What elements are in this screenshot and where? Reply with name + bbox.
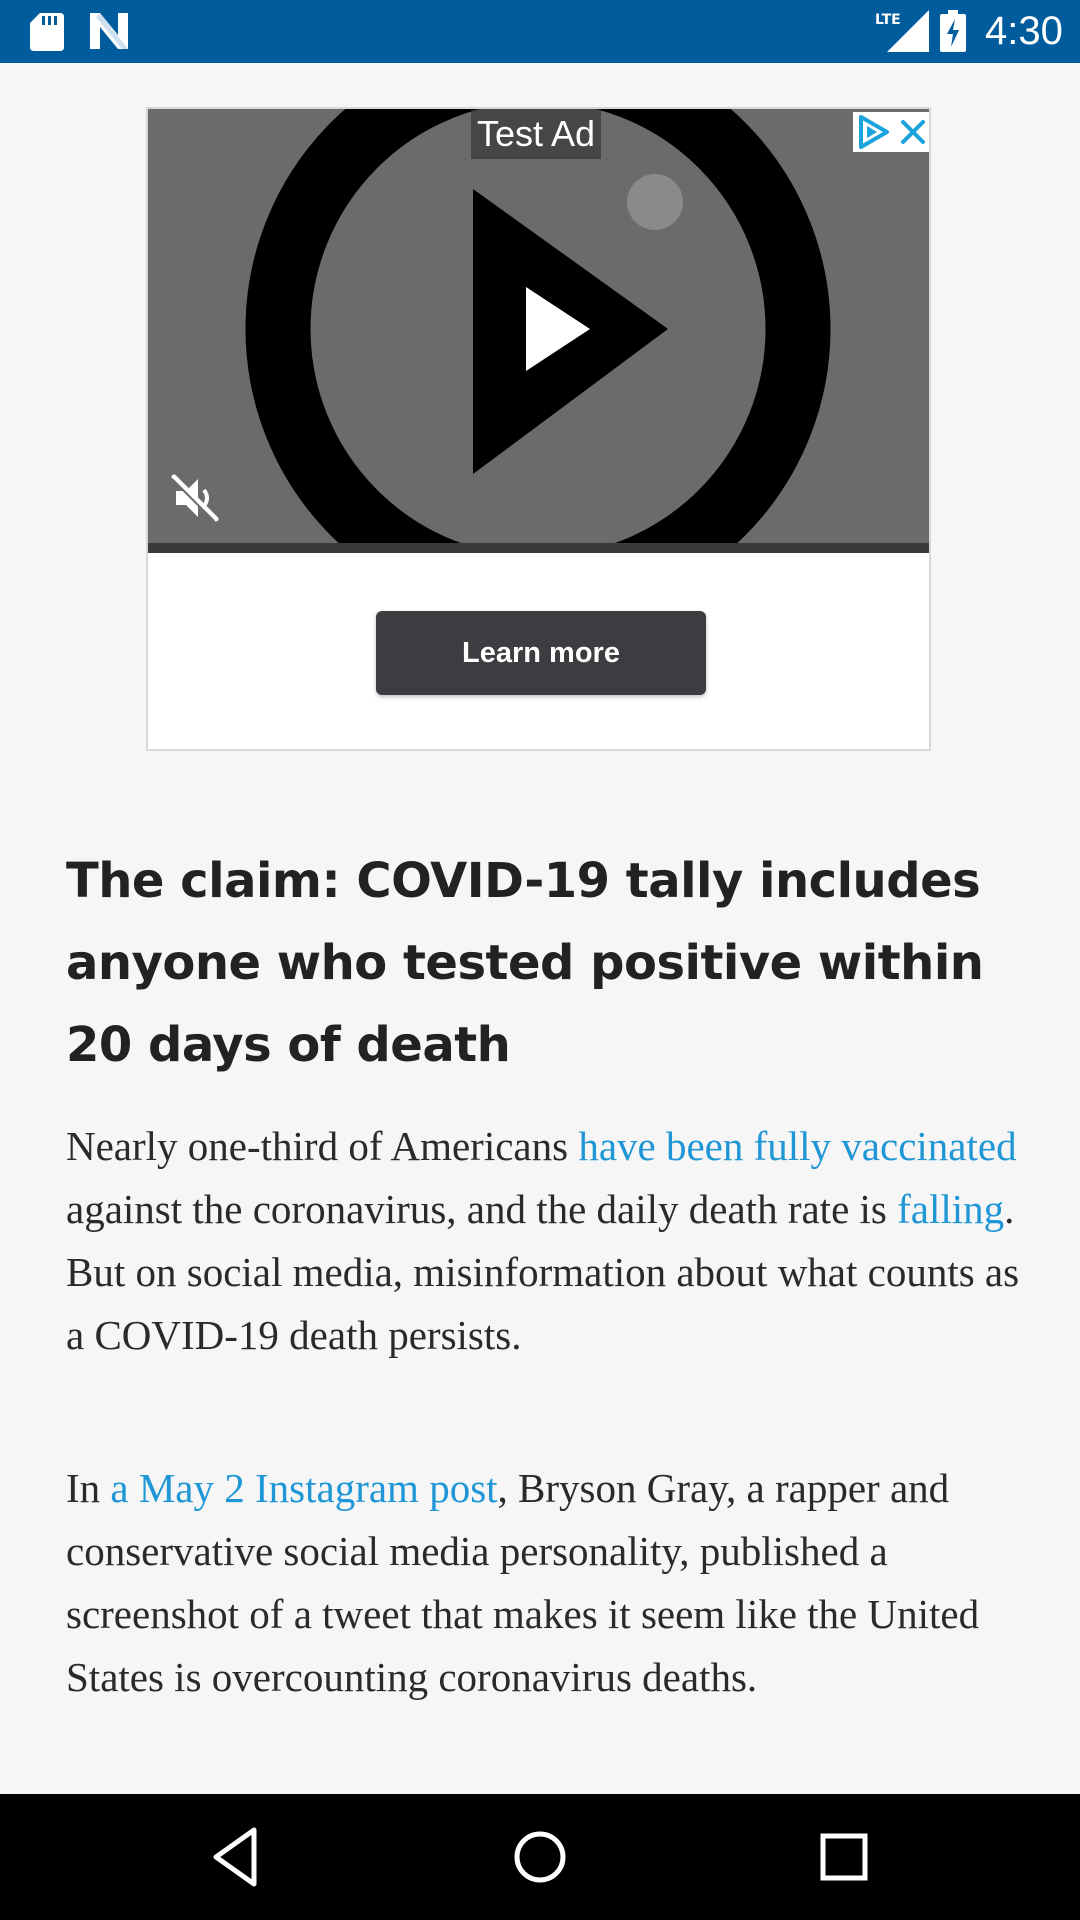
adchoices-icon[interactable]	[855, 112, 895, 152]
link-fully-vaccinated[interactable]: have been fully vaccinated	[578, 1123, 1016, 1169]
paragraph-text: In	[66, 1465, 111, 1511]
navigation-bar	[0, 1794, 1080, 1920]
link-instagram-post[interactable]: a May 2 Instagram post	[110, 1465, 497, 1511]
play-icon[interactable]	[506, 281, 602, 377]
article-paragraph: In a May 2 Instagram post, Bryson Gray, …	[66, 1457, 1026, 1709]
n-app-icon	[90, 13, 128, 49]
adchoices-badge[interactable]	[853, 112, 929, 152]
link-falling[interactable]: falling	[897, 1186, 1004, 1232]
back-icon[interactable]	[204, 1824, 270, 1890]
lte-signal-icon: LTE	[875, 10, 929, 52]
paragraph-text: against the coronavirus, and the daily d…	[66, 1186, 898, 1232]
ad-label: Test Ad	[471, 109, 602, 159]
learn-more-button[interactable]: Learn more	[376, 611, 706, 695]
network-type: LTE	[875, 12, 901, 28]
article-headline: The claim: COVID-19 tally includes anyon…	[66, 853, 984, 1073]
sd-card-icon	[30, 13, 64, 51]
close-icon[interactable]	[895, 114, 929, 150]
article-paragraph: Nearly one-third of Americans have been …	[66, 1115, 1026, 1367]
home-icon[interactable]	[507, 1824, 573, 1890]
ad-progress-bar	[148, 543, 929, 553]
mute-icon[interactable]	[170, 473, 220, 523]
recents-icon[interactable]	[811, 1824, 877, 1890]
battery-charging-icon	[940, 10, 966, 52]
paragraph-text: Nearly one-third of Americans	[66, 1123, 579, 1169]
ad-video-player[interactable]: Test Ad	[148, 109, 929, 553]
clock: 4:30	[985, 9, 1063, 53]
ad-container[interactable]: Test Ad Learn more	[146, 107, 931, 751]
status-bar: LTE 4:30	[0, 0, 1080, 63]
